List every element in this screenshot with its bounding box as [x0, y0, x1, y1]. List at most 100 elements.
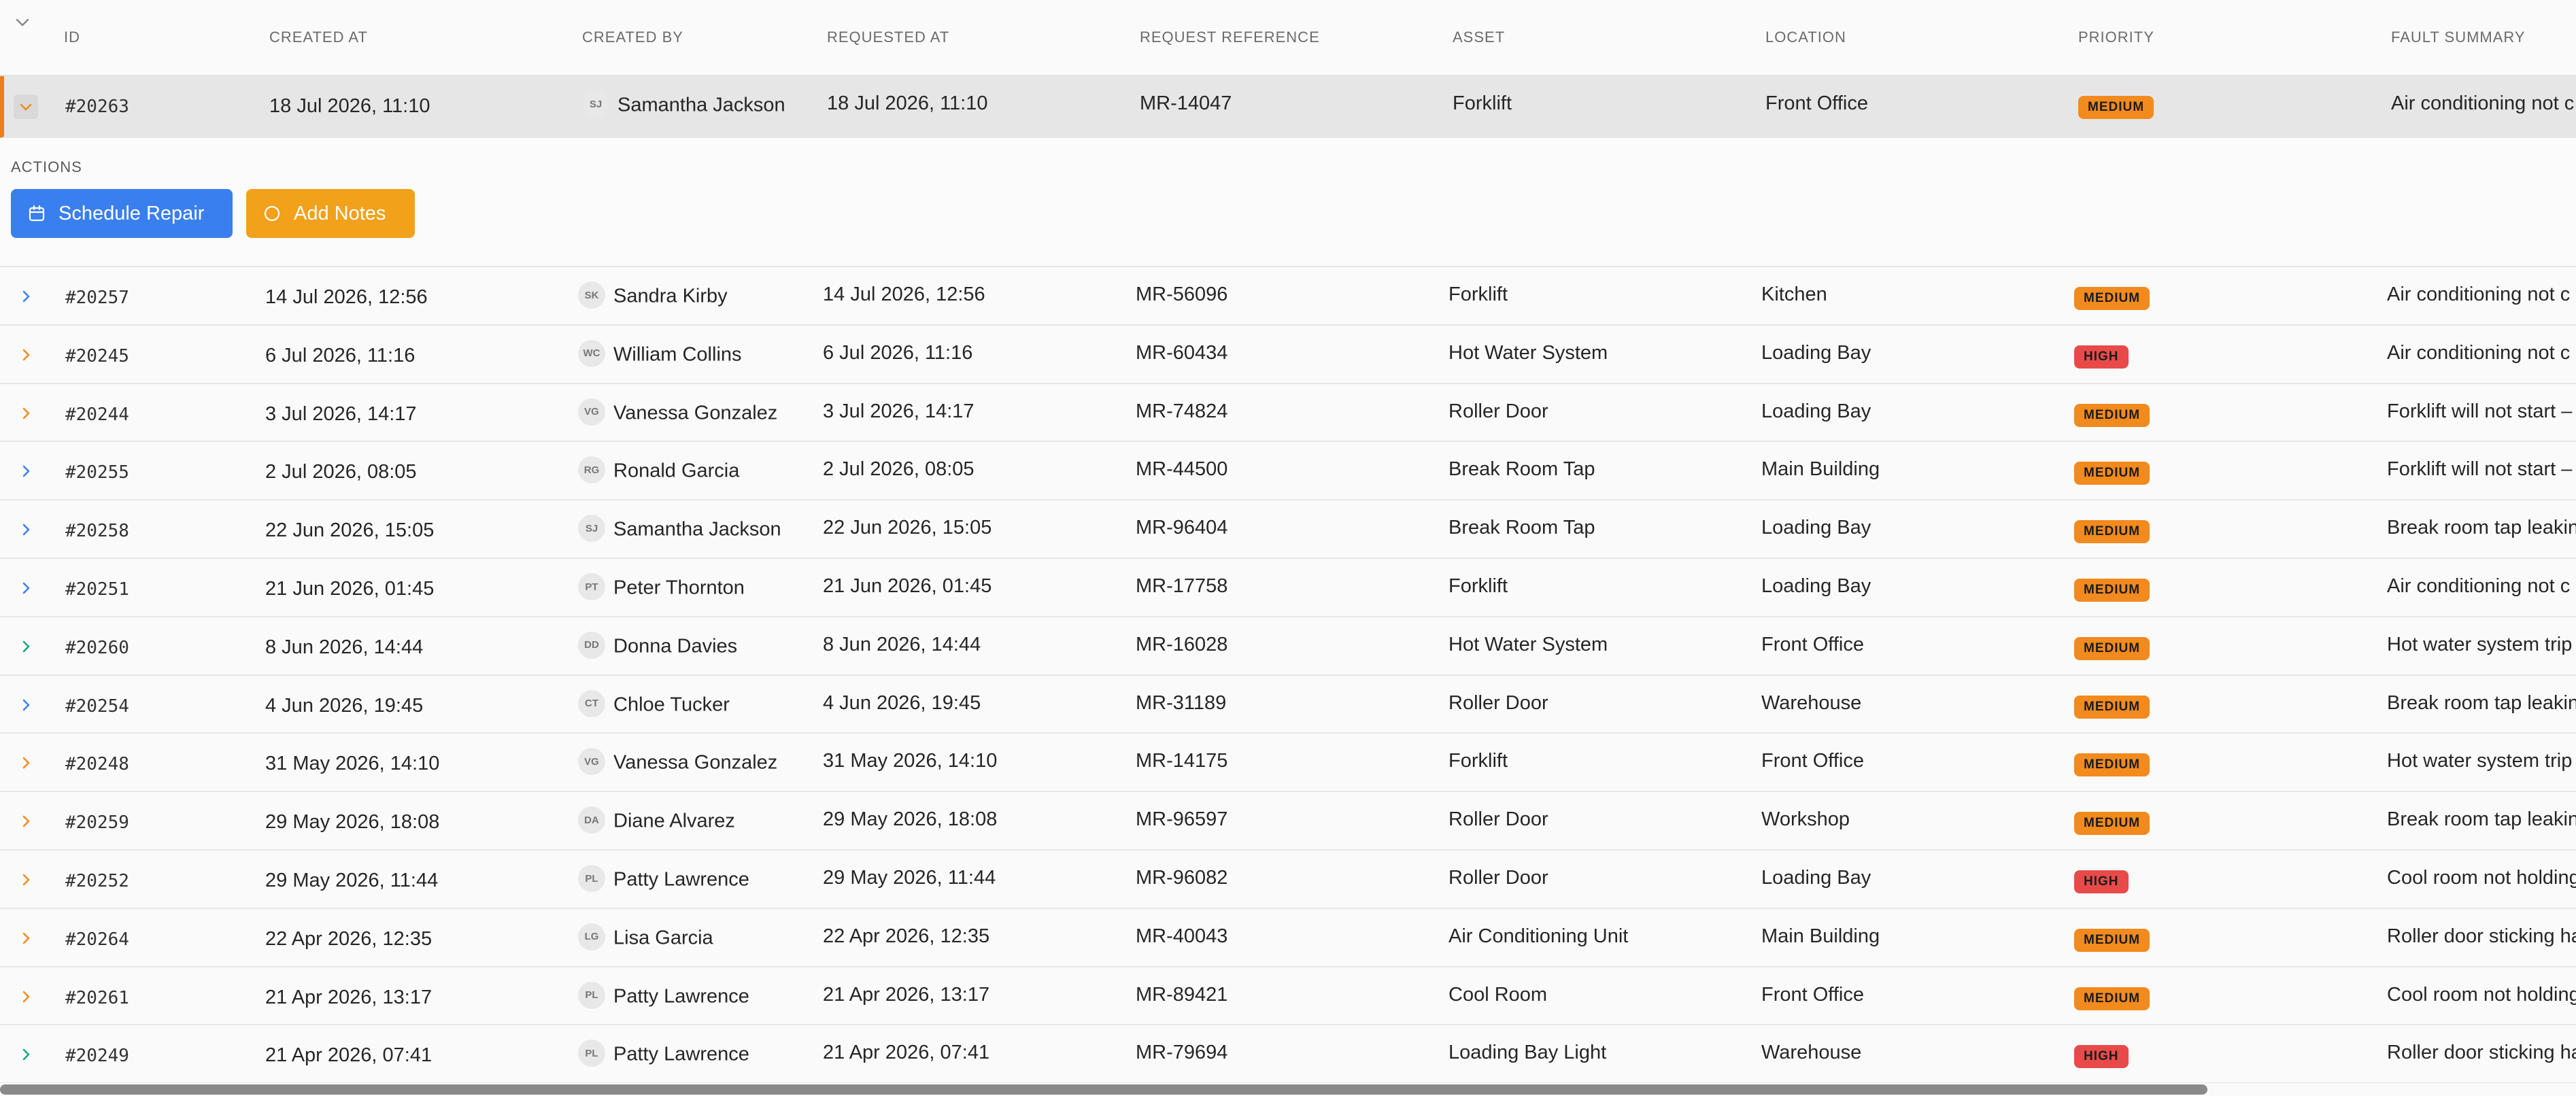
- row-created-by-name: Donna Davies: [613, 635, 738, 657]
- row-location: Loading Bay: [1761, 867, 1871, 889]
- row-created-by: VG Vanessa Gonzalez: [578, 748, 777, 777]
- row-created-by: LG Lisa Garcia: [578, 923, 713, 953]
- expand-chevron-icon[interactable]: [14, 1042, 38, 1067]
- row-created-by-name: Chloe Tucker: [613, 693, 730, 716]
- header-request-reference[interactable]: REQUEST REFERENCE: [1140, 29, 1320, 46]
- add-notes-button[interactable]: Add Notes: [246, 189, 415, 238]
- table-row[interactable]: #20257 14 Jul 2026, 12:56 14 Jul 2026, 12:…: [0, 267, 2576, 326]
- priority-badge: MEDIUM: [2074, 460, 2150, 485]
- row-created-by: PT Peter Thornton: [578, 573, 745, 602]
- table-row[interactable]: #20255 2 Jul 2026, 08:05 2 Jul 2026, 08:05…: [0, 442, 2576, 501]
- priority-badge-label: HIGH: [2074, 1045, 2129, 1069]
- table-row[interactable]: #20264 22 Apr 2026, 12:35 22 Apr 2026, 12:…: [0, 909, 2576, 967]
- avatar: VG: [578, 398, 605, 426]
- row-asset: Forklift: [1448, 750, 1508, 772]
- expand-chevron-icon[interactable]: [14, 517, 38, 542]
- avatar: SJ: [578, 515, 605, 543]
- priority-badge-label: MEDIUM: [2074, 928, 2150, 952]
- row-id: #20254: [65, 696, 129, 717]
- row-reference: MR-89421: [1136, 983, 1228, 1006]
- row-id: #20245: [65, 345, 129, 366]
- header-location[interactable]: LOCATION: [1765, 29, 1846, 46]
- row-created-by-name: Vanessa Gonzalez: [613, 402, 778, 424]
- row-created-by: WC William Collins: [578, 339, 742, 369]
- calendar-icon: [29, 205, 45, 222]
- header-created-by[interactable]: CREATED BY: [582, 29, 683, 46]
- expand-chevron-icon[interactable]: [14, 343, 38, 367]
- row-reference: MR-56096: [1136, 284, 1228, 305]
- header-created-at[interactable]: CREATED AT: [269, 29, 368, 46]
- header-fault-summary[interactable]: FAULT SUMMARY: [2391, 29, 2526, 46]
- table-row[interactable]: #20254 4 Jun 2026, 19:45 4 Jun 2026, 19:45…: [0, 676, 2576, 734]
- table-row[interactable]: #20248 31 May 2026, 14:10 31 May 2026, 14:…: [0, 734, 2576, 793]
- actions-label: ACTIONS: [11, 158, 82, 175]
- expand-chevron-icon[interactable]: [14, 284, 38, 309]
- priority-badge: MEDIUM: [2074, 635, 2150, 660]
- row-created-at: 6 Jul 2026, 11:16: [265, 344, 416, 366]
- expand-chevron-icon[interactable]: [14, 868, 38, 892]
- row-location: Loading Bay: [1761, 400, 1871, 422]
- row-asset: Roller Door: [1448, 808, 1548, 831]
- table-row[interactable]: #20252 29 May 2026, 11:44 29 May 2026, 11:…: [0, 851, 2576, 909]
- header-id[interactable]: ID: [64, 29, 80, 46]
- row-id: #20249: [65, 1046, 129, 1067]
- row-created-by: SJ Samantha Jackson: [578, 515, 781, 544]
- table-row[interactable]: #20261 21 Apr 2026, 13:17 21 Apr 2026, 13:…: [0, 967, 2576, 1026]
- row-location: Workshop: [1761, 808, 1850, 831]
- row-id: #20263: [65, 97, 129, 117]
- row-id: #20259: [65, 812, 129, 834]
- row-created-at: 21 Apr 2026, 07:41: [265, 1044, 433, 1067]
- collapse-chevron-icon[interactable]: [14, 95, 38, 119]
- row-id: #20248: [65, 754, 129, 775]
- header-requested-at[interactable]: REQUESTED AT: [827, 29, 949, 46]
- priority-badge-label: MEDIUM: [2074, 579, 2150, 602]
- table-row[interactable]: #20245 6 Jul 2026, 11:16 6 Jul 2026, 11:16…: [0, 326, 2576, 384]
- row-asset: Hot Water System: [1448, 633, 1608, 655]
- expand-chevron-icon[interactable]: [14, 401, 38, 426]
- header-priority[interactable]: PRIORITY: [2078, 29, 2154, 46]
- row-created-at: 21 Jun 2026, 01:45: [265, 578, 435, 600]
- horizontal-scrollbar[interactable]: [0, 1083, 2576, 1096]
- table-row-expanded[interactable]: #20263 18 Jul 2026, 11:10 SJ Samantha Jac…: [0, 76, 2576, 138]
- expand-chevron-icon[interactable]: [14, 984, 38, 1009]
- table-row[interactable]: #20259 29 May 2026, 18:08 29 May 2026, 18:…: [0, 792, 2576, 851]
- priority-badge-label: HIGH: [2074, 345, 2129, 369]
- avatar: PL: [578, 981, 605, 1009]
- row-reference: MR-60434: [1136, 341, 1228, 364]
- expand-chevron-icon[interactable]: [14, 459, 38, 483]
- header-asset[interactable]: ASSET: [1453, 29, 1505, 46]
- row-created-by-name: Diane Alvarez: [613, 810, 735, 832]
- table-row[interactable]: #20258 22 Jun 2026, 15:05 22 Jun 2026, 15:…: [0, 500, 2576, 559]
- collapse-all-chevron-icon[interactable]: [12, 12, 33, 33]
- row-created-by: DD Donna Davies: [578, 631, 738, 661]
- expand-chevron-icon[interactable]: [14, 809, 38, 834]
- table-row[interactable]: #20249 21 Apr 2026, 07:41 21 Apr 2026, 07:…: [0, 1025, 2576, 1084]
- table-row[interactable]: #20244 3 Jul 2026, 14:17 3 Jul 2026, 14:17…: [0, 384, 2576, 443]
- row-created-by: SK Sandra Kirby: [578, 281, 728, 311]
- schedule-repair-button[interactable]: Schedule Repair: [11, 189, 233, 238]
- circle-icon: [264, 205, 280, 222]
- row-asset: Forklift: [1448, 575, 1508, 597]
- row-asset: Roller Door: [1448, 691, 1548, 714]
- priority-badge-label: MEDIUM: [2074, 520, 2150, 544]
- expand-chevron-icon[interactable]: [14, 693, 38, 717]
- row-fault-summary: Break room tap leakin: [2387, 808, 2576, 831]
- table-row[interactable]: #20260 8 Jun 2026, 14:44 8 Jun 2026, 14:44…: [0, 617, 2576, 676]
- row-created-by: PL Patty Lawrence: [578, 865, 749, 894]
- priority-badge-label: MEDIUM: [2074, 753, 2150, 777]
- row-requested-at: 3 Jul 2026, 14:17: [823, 400, 975, 422]
- expand-chevron-icon[interactable]: [14, 926, 38, 951]
- expand-chevron-icon[interactable]: [14, 634, 38, 659]
- row-fault-summary: Air conditioning not c: [2387, 575, 2571, 597]
- row-location: Loading Bay: [1761, 575, 1871, 597]
- row-reference: MR-79694: [1136, 1042, 1228, 1064]
- expand-chevron-icon[interactable]: [14, 751, 38, 775]
- scrollbar-thumb[interactable]: [0, 1084, 2207, 1095]
- row-asset: Roller Door: [1448, 867, 1548, 889]
- row-created-by: VG Vanessa Gonzalez: [578, 398, 778, 428]
- table-row[interactable]: #20251 21 Jun 2026, 01:45 21 Jun 2026, 01:…: [0, 559, 2576, 617]
- priority-badge: MEDIUM: [2074, 402, 2150, 427]
- priority-badge: MEDIUM: [2074, 985, 2150, 1010]
- expand-chevron-icon[interactable]: [14, 576, 38, 600]
- row-id: #20251: [65, 579, 129, 600]
